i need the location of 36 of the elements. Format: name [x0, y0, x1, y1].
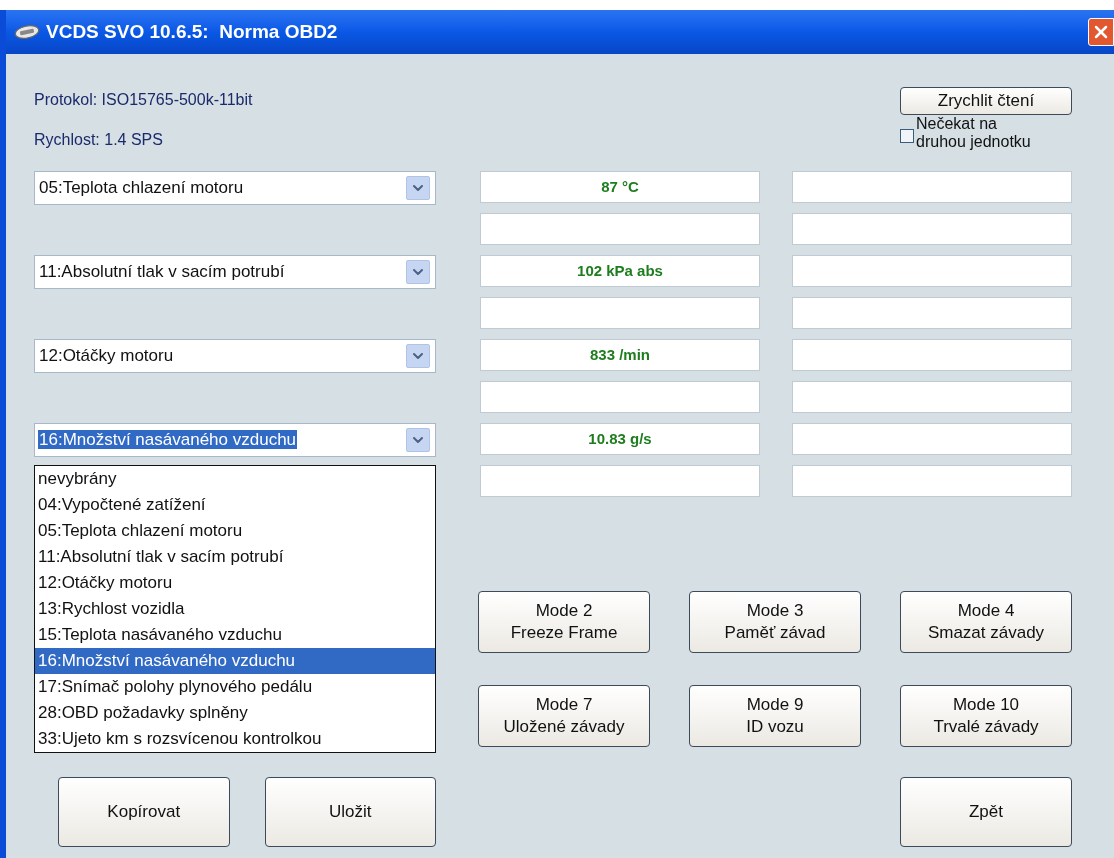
window-title: VCDS SVO 10.6.5: Norma OBD2: [46, 19, 338, 44]
dropdown-option[interactable]: 12:Otáčky motoru: [35, 570, 435, 596]
mode-button[interactable]: Mode 9 ID vozu: [689, 685, 861, 747]
dropdown-option[interactable]: nevybrány: [35, 466, 435, 492]
mode-button[interactable]: Mode 7 Uložené závady: [478, 685, 650, 747]
dropdown-option[interactable]: 04:Vypočtené zatížení: [35, 492, 435, 518]
mode-button[interactable]: Mode 2 Freeze Frame: [478, 591, 650, 653]
mode-button[interactable]: Mode 10 Trvalé závady: [900, 685, 1072, 747]
checkbox[interactable]: [900, 129, 914, 143]
value-field: 10.83 g/s: [480, 423, 760, 455]
dropdown-option[interactable]: 13:Rychlost vozidla: [35, 596, 435, 622]
parameter-dropdown[interactable]: 11:Absolutní tlak v sacím potrubí: [34, 255, 436, 289]
dropdown-option[interactable]: 16:Množství nasávaného vzduchu: [35, 648, 435, 674]
dropdown-option[interactable]: 05:Teplota chlazení motoru: [35, 518, 435, 544]
dropdown-option[interactable]: 11:Absolutní tlak v sacím potrubí: [35, 544, 435, 570]
dropdown-option[interactable]: 17:Snímač polohy plynového pedálu: [35, 674, 435, 700]
action-button[interactable]: Kopírovat: [58, 777, 230, 847]
value-field: 833 /min: [480, 339, 760, 371]
value-field: 102 kPa abs: [480, 255, 760, 287]
parameter-dropdown[interactable]: 16:Množství nasávaného vzduchu: [34, 423, 436, 457]
dropdown-option[interactable]: 28:OBD požadavky splněny: [35, 700, 435, 726]
fast-read-button[interactable]: Zrychlit čtení: [900, 87, 1072, 115]
close-button[interactable]: [1088, 18, 1114, 46]
protocol-label: Protokol: ISO15765-500k-11bit: [34, 90, 254, 110]
value-field: 87 °C: [480, 171, 760, 203]
dropdown-option[interactable]: 15:Teplota nasávaného vzduchu: [35, 622, 435, 648]
parameter-dropdown[interactable]: 05:Teplota chlazení motoru: [34, 171, 436, 205]
app-logo-icon: [14, 24, 40, 40]
checkbox-label: Nečekat na druhou jednotku: [916, 115, 1031, 151]
back-button[interactable]: Zpět: [900, 777, 1072, 847]
action-button[interactable]: Uložit: [264, 777, 436, 847]
speed-label: Rychlost: 1.4 SPS: [34, 130, 164, 150]
mode-button[interactable]: Mode 3 Paměť závad: [689, 591, 861, 653]
mode-button[interactable]: Mode 4 Smazat závady: [900, 591, 1072, 653]
dropdown-option[interactable]: 33:Ujeto km s rozsvícenou kontrolkou: [35, 726, 435, 752]
parameter-dropdown[interactable]: 12:Otáčky motoru: [34, 339, 436, 373]
